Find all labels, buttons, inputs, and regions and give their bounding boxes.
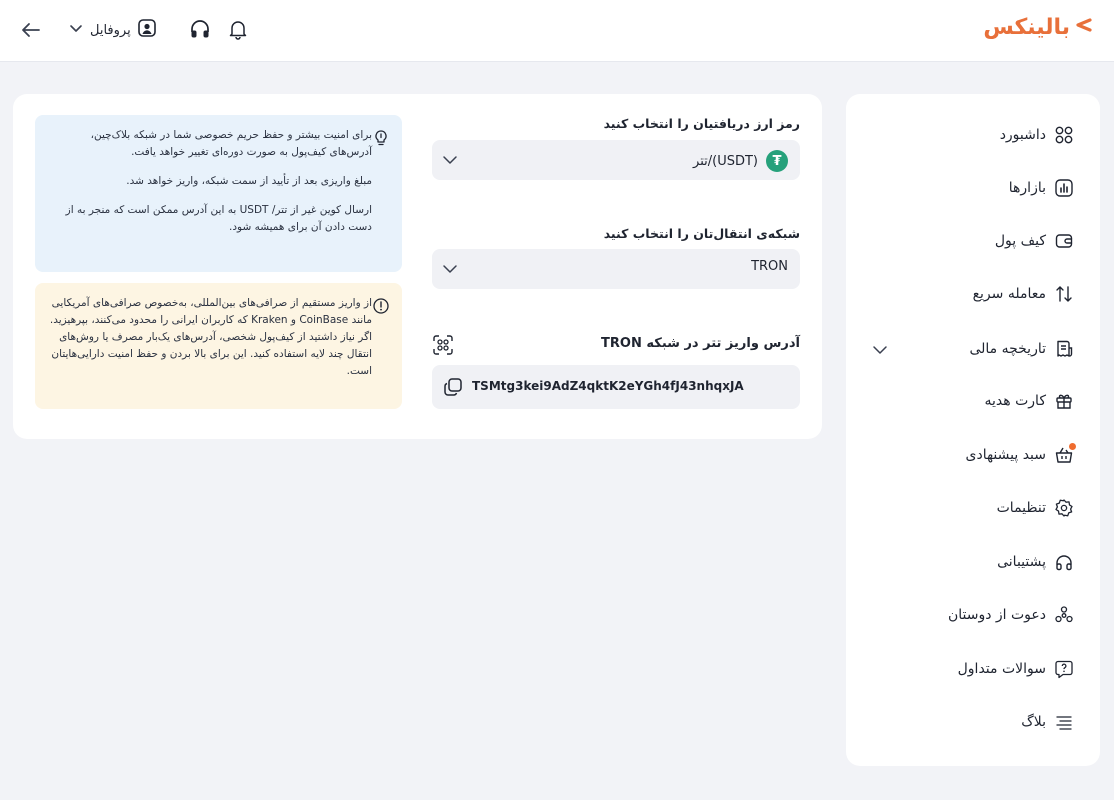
lightbulb-icon bbox=[372, 129, 390, 147]
currency-select-title: رمز ارز دریافتیان را انتخاب کنید bbox=[603, 116, 800, 131]
currency-value: تتر/(USDT) bbox=[693, 153, 758, 169]
deposit-address-field[interactable]: TSMtg3kei9AdZ4qktK2eYGh4fJ43nhqxJA bbox=[432, 365, 800, 409]
sidebar-item-invite-friends[interactable]: دعوت از دوستان bbox=[864, 600, 1074, 630]
logo-text: بالینکس bbox=[983, 14, 1070, 40]
sidebar-label: پشتیبانی bbox=[997, 554, 1046, 570]
sidebar-label: سوالات متداول bbox=[957, 661, 1046, 677]
brand-logo[interactable]: بالینکس bbox=[983, 10, 1092, 44]
sidebar-label: دعوت از دوستان bbox=[947, 607, 1046, 623]
basket-icon bbox=[1054, 443, 1076, 465]
network-selected: TRON bbox=[751, 259, 788, 274]
deposit-address-value: TSMtg3kei9AdZ4qktK2eYGh4fJ43nhqxJA bbox=[472, 379, 744, 393]
sidebar-label: تاریخچه مالی bbox=[969, 341, 1046, 357]
info-text: مبلغ واریزی بعد از تأیید از سمت شبکه، وا… bbox=[126, 175, 372, 187]
network-select-title: شبکه‌ی انتقال‌تان را انتخاب کنید bbox=[603, 226, 800, 241]
address-title: آدرس واریز تتر در شبکه TRON bbox=[601, 336, 800, 351]
market-chart-icon bbox=[1054, 178, 1074, 198]
user-icon bbox=[137, 18, 157, 42]
logo-mark-icon bbox=[1074, 16, 1092, 38]
network-select[interactable]: TRON bbox=[432, 249, 800, 289]
sidebar-label: بازارها bbox=[1008, 180, 1046, 196]
currency-select[interactable]: ₮ تتر/(USDT) bbox=[432, 140, 800, 180]
sidebar-label: کیف پول bbox=[994, 233, 1046, 249]
sidebar-item-quick-trade[interactable]: معامله سریع bbox=[864, 279, 1074, 309]
sidebar-item-financial-history[interactable]: تاریخچه مالی bbox=[864, 334, 1074, 364]
bell-icon[interactable] bbox=[226, 17, 250, 41]
info-text: برای امنیت بیشتر و حفظ حریم خصوصی شما در… bbox=[90, 129, 372, 158]
security-info-box: برای امنیت بیشتر و حفظ حریم خصوصی شما در… bbox=[35, 115, 402, 272]
people-icon bbox=[1054, 605, 1074, 625]
swap-arrows-icon bbox=[1054, 284, 1074, 304]
chevron-down-icon bbox=[442, 261, 458, 277]
warning-icon bbox=[372, 297, 390, 315]
sidebar-item-faq[interactable]: سوالات متداول bbox=[864, 654, 1074, 684]
info-text: ارسال کوین غیر از تتر/ USDT به این آدرس … bbox=[65, 204, 372, 233]
sidebar-item-settings[interactable]: تنظیمات bbox=[864, 493, 1074, 523]
profile-menu-button[interactable]: پروفایل bbox=[68, 16, 157, 44]
qr-code-icon[interactable] bbox=[432, 334, 454, 356]
sidebar-label: داشبورد bbox=[999, 127, 1046, 143]
sidebar-label: معامله سریع bbox=[972, 286, 1046, 302]
currency-selected: ₮ تتر/(USDT) bbox=[693, 150, 788, 172]
sidebar-item-suggested-basket[interactable]: سبد پیشنهادی bbox=[864, 440, 1076, 470]
profile-label: پروفایل bbox=[90, 22, 131, 38]
sidebar-nav: داشبورد بازارها کیف پول معامله سریع تاری… bbox=[846, 94, 1100, 766]
warning-info-box: از واریز مستقیم از صرافی‌های بین‌المللی،… bbox=[35, 283, 402, 409]
sidebar-item-markets[interactable]: بازارها bbox=[864, 173, 1074, 203]
history-receipt-icon bbox=[1054, 339, 1074, 359]
sidebar-label: سبد پیشنهادی bbox=[965, 447, 1047, 463]
sidebar-item-wallet[interactable]: کیف پول bbox=[864, 226, 1074, 256]
sidebar-item-gift-card[interactable]: کارت هدیه bbox=[864, 386, 1074, 416]
gift-icon bbox=[1054, 391, 1074, 411]
sidebar-item-support[interactable]: پشتیبانی bbox=[864, 547, 1074, 577]
sidebar-item-blog[interactable]: بلاگ bbox=[864, 707, 1074, 737]
deposit-card: رمز ارز دریافتیان را انتخاب کنید ₮ تتر/(… bbox=[13, 94, 822, 439]
top-header: پروفایل بالینکس bbox=[0, 0, 1114, 62]
sidebar-label: تنظیمات bbox=[996, 500, 1046, 516]
headset-icon[interactable] bbox=[188, 17, 212, 41]
chevron-down-icon bbox=[442, 152, 458, 168]
warning-text: از واریز مستقیم از صرافی‌های بین‌المللی،… bbox=[49, 297, 372, 377]
dashboard-grid-icon bbox=[1054, 125, 1074, 145]
gear-icon bbox=[1054, 498, 1074, 518]
wallet-icon bbox=[1054, 231, 1074, 251]
tether-icon: ₮ bbox=[766, 150, 788, 172]
network-value: TRON bbox=[751, 259, 788, 274]
chevron-down-icon[interactable] bbox=[872, 342, 888, 358]
notification-dot bbox=[1069, 443, 1076, 450]
sidebar-label: کارت هدیه bbox=[984, 393, 1046, 409]
sidebar-item-dashboard[interactable]: داشبورد bbox=[864, 120, 1074, 150]
chevron-down-icon bbox=[68, 20, 84, 40]
sidebar-label: بلاگ bbox=[1021, 714, 1046, 730]
back-arrow-icon[interactable] bbox=[18, 17, 44, 43]
question-icon bbox=[1054, 659, 1074, 679]
copy-icon[interactable] bbox=[442, 376, 464, 398]
menu-lines-icon bbox=[1054, 712, 1074, 732]
headset-icon bbox=[1054, 552, 1074, 572]
